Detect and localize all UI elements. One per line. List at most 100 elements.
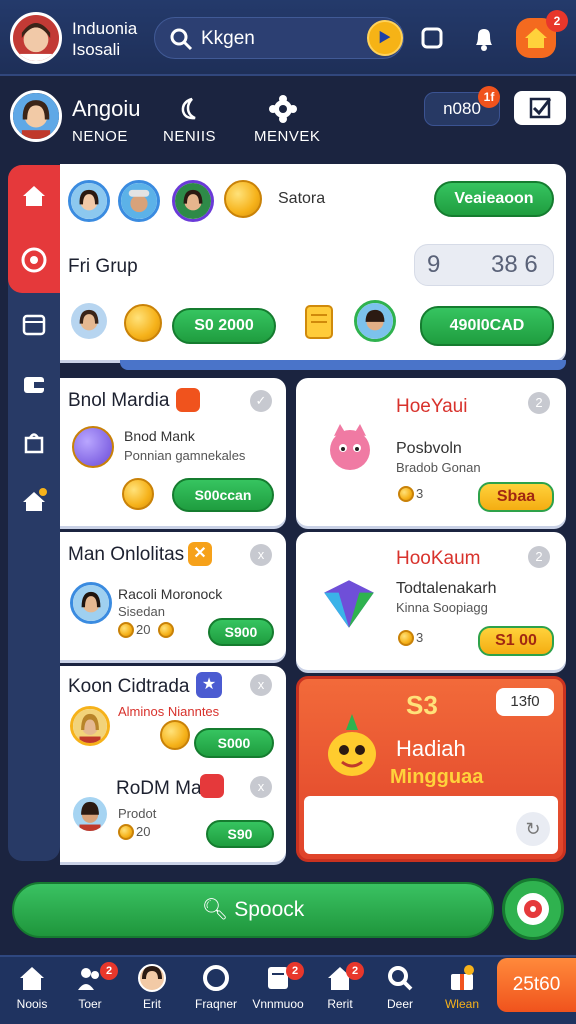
task-card-desc: Kinna Soopiagg — [396, 600, 488, 615]
task-card-count: 20 — [136, 824, 151, 839]
home-icon — [20, 967, 44, 990]
search-icon: 🔍︎ — [201, 898, 229, 921]
coin-icon — [224, 180, 262, 218]
reward-button[interactable]: 490I0CAD — [420, 306, 554, 346]
task-button[interactable]: Sbaa — [478, 482, 554, 512]
group-title: Fri Grup — [68, 256, 138, 277]
notification-badge: 2 — [546, 10, 568, 32]
promo-line1: Hadiah — [396, 736, 466, 761]
task-card-desc: Ponnian gamnekales — [124, 448, 246, 463]
member-avatar[interactable] — [70, 706, 110, 746]
settings-icon[interactable] — [268, 94, 298, 124]
counter-pill[interactable]: 9 38 6 — [414, 244, 554, 286]
app-title-line1: Induonia — [72, 19, 138, 38]
task-card-subtitle: Bnod Mank — [124, 428, 195, 444]
coin-icon — [158, 622, 174, 638]
nav-label: Toer — [78, 997, 102, 1011]
task-card-desc: Bradob Gonan — [396, 460, 481, 475]
task-card-title: Bnol Mardia — [68, 390, 170, 411]
moon-icon[interactable] — [174, 94, 204, 124]
avatar-icon — [138, 964, 166, 992]
counter-left: 9 — [427, 251, 441, 278]
edit-button[interactable] — [514, 91, 566, 125]
task-card-count: 3 — [416, 630, 424, 645]
task-card-subtitle: Prodot — [118, 806, 157, 821]
close-icon[interactable]: ✓ — [250, 390, 272, 412]
coin-icon — [122, 478, 154, 510]
search-icon — [388, 966, 413, 991]
target-fab-button[interactable] — [502, 878, 564, 940]
promo-amount: S3 — [406, 690, 438, 720]
home-icon[interactable] — [20, 182, 48, 210]
grid-badge-icon — [200, 774, 224, 798]
nav-points-button[interactable]: 25t60 — [497, 958, 576, 1012]
search-icon — [170, 28, 193, 51]
close-icon[interactable]: x — [250, 544, 272, 566]
notification-button[interactable] — [464, 18, 504, 58]
wallet-icon[interactable] — [20, 370, 48, 398]
arrow-right-icon — [379, 30, 391, 44]
tab-profile[interactable]: NENOE — [72, 128, 128, 145]
task-button[interactable]: S000 — [194, 728, 274, 758]
nav-item-profile[interactable]: Erit — [122, 963, 182, 1011]
nav-item-shop[interactable]: Wlean — [432, 963, 492, 1011]
member-avatar[interactable] — [68, 180, 110, 222]
reward-button[interactable]: S0 2000 — [172, 308, 276, 344]
member-avatar[interactable] — [68, 300, 110, 342]
close-icon[interactable]: x — [250, 776, 272, 798]
member-avatar[interactable] — [172, 180, 214, 222]
search-input[interactable]: Kkgen — [201, 28, 255, 50]
calendar-icon[interactable] — [20, 310, 48, 338]
close-icon[interactable]: 2 — [528, 392, 550, 414]
task-card-subtitle: Todtalenakarh — [396, 580, 497, 597]
search-cta-label: Spoock — [234, 898, 305, 921]
scroll-icon — [305, 305, 333, 339]
close-icon[interactable]: x — [250, 674, 272, 696]
promo-pill: 13f0 — [496, 688, 554, 716]
reward-button-label: 490I0CAD — [449, 317, 525, 334]
reward-button-label: S0 2000 — [194, 317, 254, 334]
task-button[interactable]: S90 — [206, 820, 274, 848]
nav-label: Fraqner — [194, 997, 238, 1011]
close-icon[interactable]: 2 — [528, 546, 550, 568]
task-button[interactable]: S900 — [208, 618, 274, 646]
member-avatar[interactable] — [118, 180, 160, 222]
task-card-title: HooKaum — [396, 548, 481, 569]
task-card-title: RoDM Mai — [116, 778, 206, 799]
coin-icon — [124, 304, 162, 342]
tab-member[interactable]: MENVEK — [254, 128, 320, 145]
task-button[interactable]: S1 00 — [478, 626, 554, 656]
monster-icon — [330, 424, 370, 470]
tab-news[interactable]: NENIIS — [163, 128, 216, 145]
task-button[interactable]: S00ccan — [172, 478, 274, 512]
target-icon[interactable] — [20, 246, 48, 274]
nav-item-frame[interactable]: Fraqner — [186, 963, 246, 1011]
coin-badge: 1f — [478, 86, 500, 108]
user-avatar[interactable] — [10, 12, 62, 64]
refresh-button[interactable]: ↻ — [516, 812, 550, 846]
counter-right: 38 6 — [491, 251, 538, 278]
member-avatar[interactable] — [70, 794, 110, 834]
nav-item-search[interactable]: Deer — [370, 963, 430, 1011]
house-rocket-icon[interactable] — [20, 486, 48, 514]
member-avatar[interactable] — [354, 300, 396, 342]
ring-icon — [203, 965, 229, 991]
nav-item-home[interactable]: Noois — [2, 963, 62, 1011]
primary-action-button[interactable]: Veaieaoon — [434, 181, 554, 217]
coin-icon — [398, 486, 414, 502]
task-card-count: 20 — [136, 622, 151, 637]
nav-label: Vnnmuoo — [252, 997, 304, 1011]
task-card-title: Man Onlolitas — [68, 544, 185, 565]
task-card-count: 3 — [416, 486, 424, 501]
nav-label: Noois — [16, 997, 48, 1011]
square-button[interactable] — [412, 18, 452, 58]
nav-label: Erit — [143, 997, 161, 1011]
search-cta-button[interactable]: 🔍︎ Spoock — [12, 882, 494, 938]
profile-avatar[interactable] — [10, 90, 62, 142]
bag-icon[interactable] — [20, 428, 48, 456]
search-bar[interactable]: Kkgen — [154, 17, 404, 59]
search-go-button[interactable] — [367, 20, 403, 56]
nav-label: Rerit — [327, 997, 353, 1011]
promo-line2: Mingguaa — [390, 766, 484, 788]
member-avatar[interactable] — [70, 582, 112, 624]
